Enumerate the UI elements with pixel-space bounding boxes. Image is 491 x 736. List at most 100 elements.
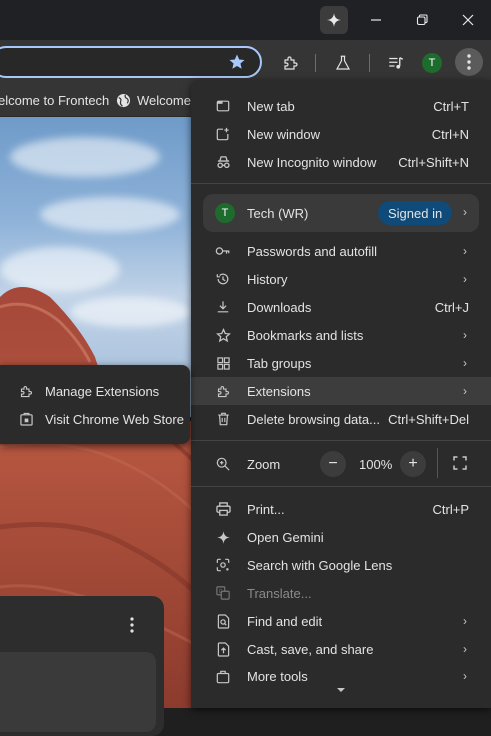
menu-item-label: Bookmarks and lists bbox=[247, 327, 364, 343]
zoom-out-button[interactable]: − bbox=[320, 451, 346, 477]
zoom-label: Zoom bbox=[247, 456, 281, 472]
menu-item-label: Translate... bbox=[247, 585, 312, 601]
incognito-icon bbox=[215, 154, 231, 170]
chevron-right-icon: › bbox=[463, 669, 467, 683]
menu-item-more-tools[interactable]: More tools › bbox=[191, 663, 491, 685]
scroll-down-icon[interactable] bbox=[336, 687, 346, 693]
trash-icon bbox=[215, 411, 231, 427]
key-icon bbox=[215, 243, 231, 259]
shortcut-text: Ctrl+T bbox=[433, 98, 469, 114]
menu-item-bookmarks[interactable]: Bookmarks and lists › bbox=[191, 321, 491, 349]
menu-item-new-incognito[interactable]: New Incognito window Ctrl+Shift+N bbox=[191, 148, 491, 176]
minimize-button[interactable] bbox=[362, 6, 390, 34]
close-button[interactable] bbox=[454, 6, 482, 34]
avatar: T bbox=[215, 203, 235, 223]
menu-item-label: New tab bbox=[247, 98, 295, 114]
shortcut-text: Ctrl+Shift+N bbox=[398, 154, 469, 170]
extensions-submenu: Manage Extensions Visit Chrome Web Store bbox=[0, 365, 190, 444]
more-vert-icon bbox=[467, 54, 471, 70]
menu-item-cast-save-share[interactable]: Cast, save, and share › bbox=[191, 635, 491, 663]
extensions-icon bbox=[215, 383, 231, 399]
chevron-right-icon: › bbox=[463, 614, 467, 628]
gemini-icon bbox=[327, 13, 341, 27]
cast-icon bbox=[215, 641, 231, 657]
menu-item-passwords[interactable]: Passwords and autofill › bbox=[191, 237, 491, 265]
menu-item-extensions[interactable]: Extensions › bbox=[191, 377, 491, 405]
svg-text:G: G bbox=[219, 589, 223, 595]
fullscreen-icon[interactable] bbox=[453, 456, 467, 470]
submenu-item-web-store[interactable]: Visit Chrome Web Store bbox=[0, 405, 190, 433]
menu-item-label: New Incognito window bbox=[247, 154, 377, 170]
submenu-item-label: Manage Extensions bbox=[45, 383, 160, 399]
menu-item-label: Open Gemini bbox=[247, 529, 324, 545]
menu-item-label: Tab groups bbox=[247, 355, 312, 371]
menu-divider bbox=[191, 440, 491, 441]
new-tab-icon bbox=[215, 98, 231, 114]
chevron-right-icon: › bbox=[463, 244, 467, 258]
chrome-menu: New tab Ctrl+T New window Ctrl+N New Inc… bbox=[191, 80, 491, 708]
bookmark-item[interactable]: Welcome t bbox=[137, 93, 198, 108]
menu-divider bbox=[191, 183, 491, 184]
menu-item-label: History bbox=[247, 271, 288, 287]
menu-item-label: Search with Google Lens bbox=[247, 557, 393, 573]
toolbar-divider bbox=[369, 54, 370, 72]
menu-item-history[interactable]: History › bbox=[191, 265, 491, 293]
profile-name: Tech (WR) bbox=[247, 206, 309, 221]
menu-item-open-gemini[interactable]: Open Gemini bbox=[191, 523, 491, 551]
more-vert-icon[interactable] bbox=[130, 617, 134, 633]
profile-row[interactable]: T Tech (WR) Signed in › bbox=[203, 194, 479, 232]
menu-item-tab-groups[interactable]: Tab groups › bbox=[191, 349, 491, 377]
menu-item-find-edit[interactable]: Find and edit › bbox=[191, 607, 491, 635]
menu-item-print[interactable]: Print... Ctrl+P bbox=[191, 495, 491, 523]
menu-item-google-lens[interactable]: Search with Google Lens bbox=[191, 551, 491, 579]
zoom-in-button[interactable]: + bbox=[400, 451, 426, 477]
lens-icon bbox=[215, 557, 231, 573]
globe-icon bbox=[116, 93, 131, 108]
shortcut-text: Ctrl+Shift+Del bbox=[388, 411, 469, 427]
tab-groups-icon bbox=[215, 355, 231, 371]
address-bar[interactable] bbox=[0, 46, 262, 78]
chevron-right-icon: › bbox=[463, 205, 467, 219]
new-window-icon bbox=[215, 126, 231, 142]
star-icon[interactable] bbox=[228, 53, 248, 73]
media-icon[interactable] bbox=[382, 50, 410, 76]
translate-icon: G bbox=[215, 585, 231, 601]
menu-item-label: Passwords and autofill bbox=[247, 243, 378, 259]
submenu-item-label: Visit Chrome Web Store bbox=[45, 411, 184, 427]
menu-item-label: New window bbox=[247, 126, 320, 142]
status-badge: Signed in bbox=[378, 201, 453, 225]
gemini-button[interactable] bbox=[320, 6, 348, 34]
menu-item-new-tab[interactable]: New tab Ctrl+T bbox=[191, 92, 491, 120]
zoom-value: 100% bbox=[359, 457, 393, 472]
print-icon bbox=[215, 501, 231, 517]
minimize-icon bbox=[371, 19, 381, 21]
menu-item-label: More tools bbox=[247, 669, 308, 684]
zoom-divider bbox=[437, 448, 438, 478]
gemini-icon bbox=[215, 529, 231, 545]
menu-item-new-window[interactable]: New window Ctrl+N bbox=[191, 120, 491, 148]
labs-icon[interactable] bbox=[329, 50, 357, 76]
panel-card bbox=[0, 652, 156, 732]
download-icon bbox=[215, 299, 231, 315]
menu-item-translate: G Translate... bbox=[191, 579, 491, 607]
shortcut-text: Ctrl+P bbox=[432, 501, 469, 517]
bookmark-item[interactable]: elcome to Frontech bbox=[0, 93, 109, 108]
shortcut-text: Ctrl+J bbox=[434, 299, 469, 315]
restore-button[interactable] bbox=[408, 6, 436, 34]
menu-item-delete-data[interactable]: Delete browsing data... Ctrl+Shift+Del bbox=[191, 405, 491, 433]
menu-button[interactable] bbox=[455, 48, 483, 76]
star-icon bbox=[215, 327, 231, 343]
chevron-right-icon: › bbox=[463, 642, 467, 656]
tools-icon bbox=[215, 669, 231, 685]
profile-avatar[interactable]: T bbox=[422, 53, 442, 73]
close-icon bbox=[462, 14, 474, 26]
web-store-icon bbox=[18, 411, 34, 427]
shortcut-text: Ctrl+N bbox=[431, 126, 469, 142]
submenu-item-manage-extensions[interactable]: Manage Extensions bbox=[0, 377, 190, 405]
find-icon bbox=[215, 613, 231, 629]
chevron-right-icon: › bbox=[463, 356, 467, 370]
extensions-icon[interactable] bbox=[277, 50, 305, 76]
toolbar-divider bbox=[315, 54, 316, 72]
menu-item-downloads[interactable]: Downloads Ctrl+J bbox=[191, 293, 491, 321]
menu-item-label: Extensions bbox=[247, 383, 311, 399]
